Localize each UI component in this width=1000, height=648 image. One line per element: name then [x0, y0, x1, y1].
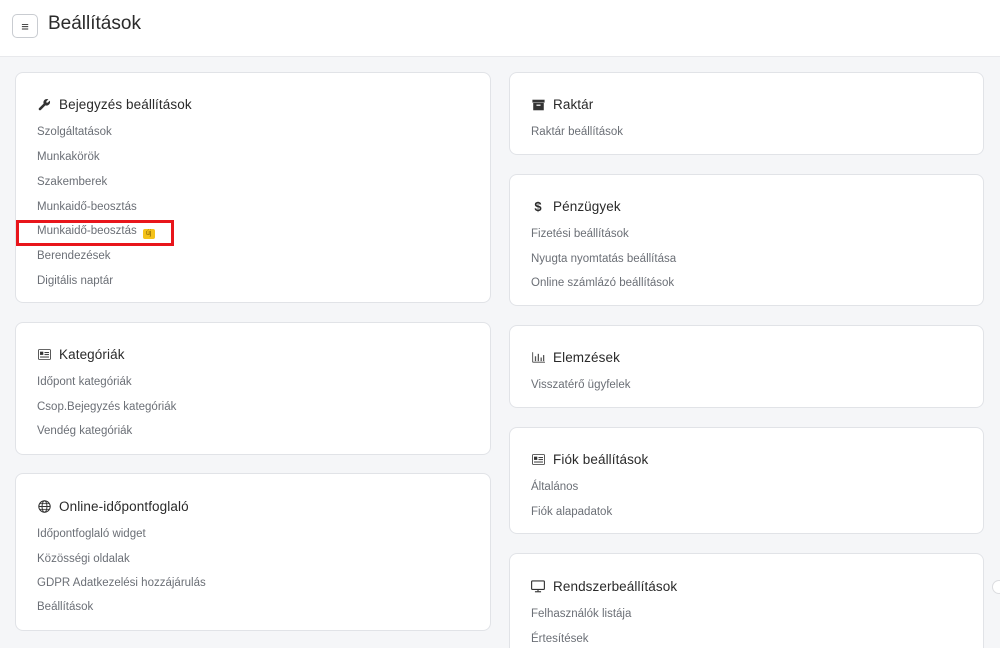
link-ertesitesek[interactable]: Értesítések: [531, 633, 589, 645]
link-digitalis-naptar[interactable]: Digitális naptár: [37, 275, 113, 287]
globe-icon: [37, 500, 51, 514]
scroll-handle[interactable]: [992, 580, 1000, 594]
id-card-icon: [531, 453, 545, 467]
link-altalanos[interactable]: Általános: [531, 481, 578, 493]
link-munkaido-beosztas[interactable]: Munkaidő-beosztás: [37, 201, 137, 213]
link-nyugta-nyomtatas[interactable]: Nyugta nyomtatás beállítása: [531, 253, 676, 265]
link-szakemberek[interactable]: Szakemberek: [37, 176, 107, 188]
link-csop-bejegyzes-kategoriak[interactable]: Csop.Bejegyzés kategóriák: [37, 401, 176, 413]
card-title-kategoriak: Kategóriák: [37, 347, 125, 362]
link-online-szamlazo[interactable]: Online számlázó beállítások: [531, 277, 674, 289]
card-raktar: Raktár Raktár beállítások: [509, 72, 984, 155]
card-penzugyek: $ Pénzügyek Fizetési beállítások Nyugta …: [509, 174, 984, 306]
page-title: Beállítások: [48, 13, 141, 34]
highlight-box: [16, 220, 174, 246]
link-visszatero-ugyfelek[interactable]: Visszatérő ügyfelek: [531, 379, 631, 391]
card-title-elemzesek: Elemzések: [531, 350, 620, 365]
card-fiok-beallitasok: Fiók beállítások Általános Fiók alapadat…: [509, 427, 984, 534]
link-beallitasok[interactable]: Beállítások: [37, 601, 93, 613]
top-bar: ≡ Beállítások: [0, 0, 1000, 57]
card-title-penzugyek: $ Pénzügyek: [531, 199, 621, 214]
menu-icon: ≡: [21, 18, 29, 34]
link-felhasznalok-listaja[interactable]: Felhasználók listája: [531, 608, 631, 620]
card-title-rendszer: Rendszerbeállítások: [531, 579, 677, 594]
link-idopontfoglalo-widget[interactable]: Időpontfoglaló widget: [37, 528, 146, 540]
card-bejegyzes-beallitasok: Bejegyzés beállítások Szolgáltatások Mun…: [15, 72, 491, 303]
monitor-icon: [531, 580, 545, 594]
link-kozossegi-oldalak[interactable]: Közösségi oldalak: [37, 553, 130, 565]
chart-icon: [531, 351, 545, 365]
card-title-bejegyzes: Bejegyzés beállítások: [37, 97, 192, 112]
archive-icon: [531, 98, 545, 112]
card-elemzesek: Elemzések Visszatérő ügyfelek: [509, 325, 984, 408]
card-title-fiok: Fiók beállítások: [531, 452, 648, 467]
link-munkakorok[interactable]: Munkakörök: [37, 151, 100, 163]
dollar-icon: $: [534, 199, 542, 214]
link-gdpr[interactable]: GDPR Adatkezelési hozzájárulás: [37, 577, 206, 589]
link-fizetesi-beallitasok[interactable]: Fizetési beállítások: [531, 228, 629, 240]
link-vendeg-kategoriak[interactable]: Vendég kategóriák: [37, 425, 132, 437]
id-card-icon: [37, 348, 51, 362]
link-berendezesek[interactable]: Berendezések: [37, 250, 111, 262]
link-fiok-alapadatok[interactable]: Fiók alapadatok: [531, 506, 612, 518]
link-szolgaltatasok[interactable]: Szolgáltatások: [37, 126, 112, 138]
wrench-icon: [37, 98, 51, 112]
link-idopont-kategoriak[interactable]: Időpont kategóriák: [37, 376, 132, 388]
card-title-online: Online-időpontfoglaló: [37, 499, 189, 514]
card-online-idopontfoglalo: Online-időpontfoglaló Időpontfoglaló wid…: [15, 473, 491, 631]
hamburger-menu-button[interactable]: ≡: [12, 14, 38, 38]
card-rendszerbeallitasok: Rendszerbeállítások Felhasználók listája…: [509, 553, 984, 648]
link-raktar-beallitasok[interactable]: Raktár beállítások: [531, 126, 623, 138]
card-kategoriak: Kategóriák Időpont kategóriák Csop.Bejeg…: [15, 322, 491, 455]
card-title-raktar: Raktár: [531, 97, 593, 112]
